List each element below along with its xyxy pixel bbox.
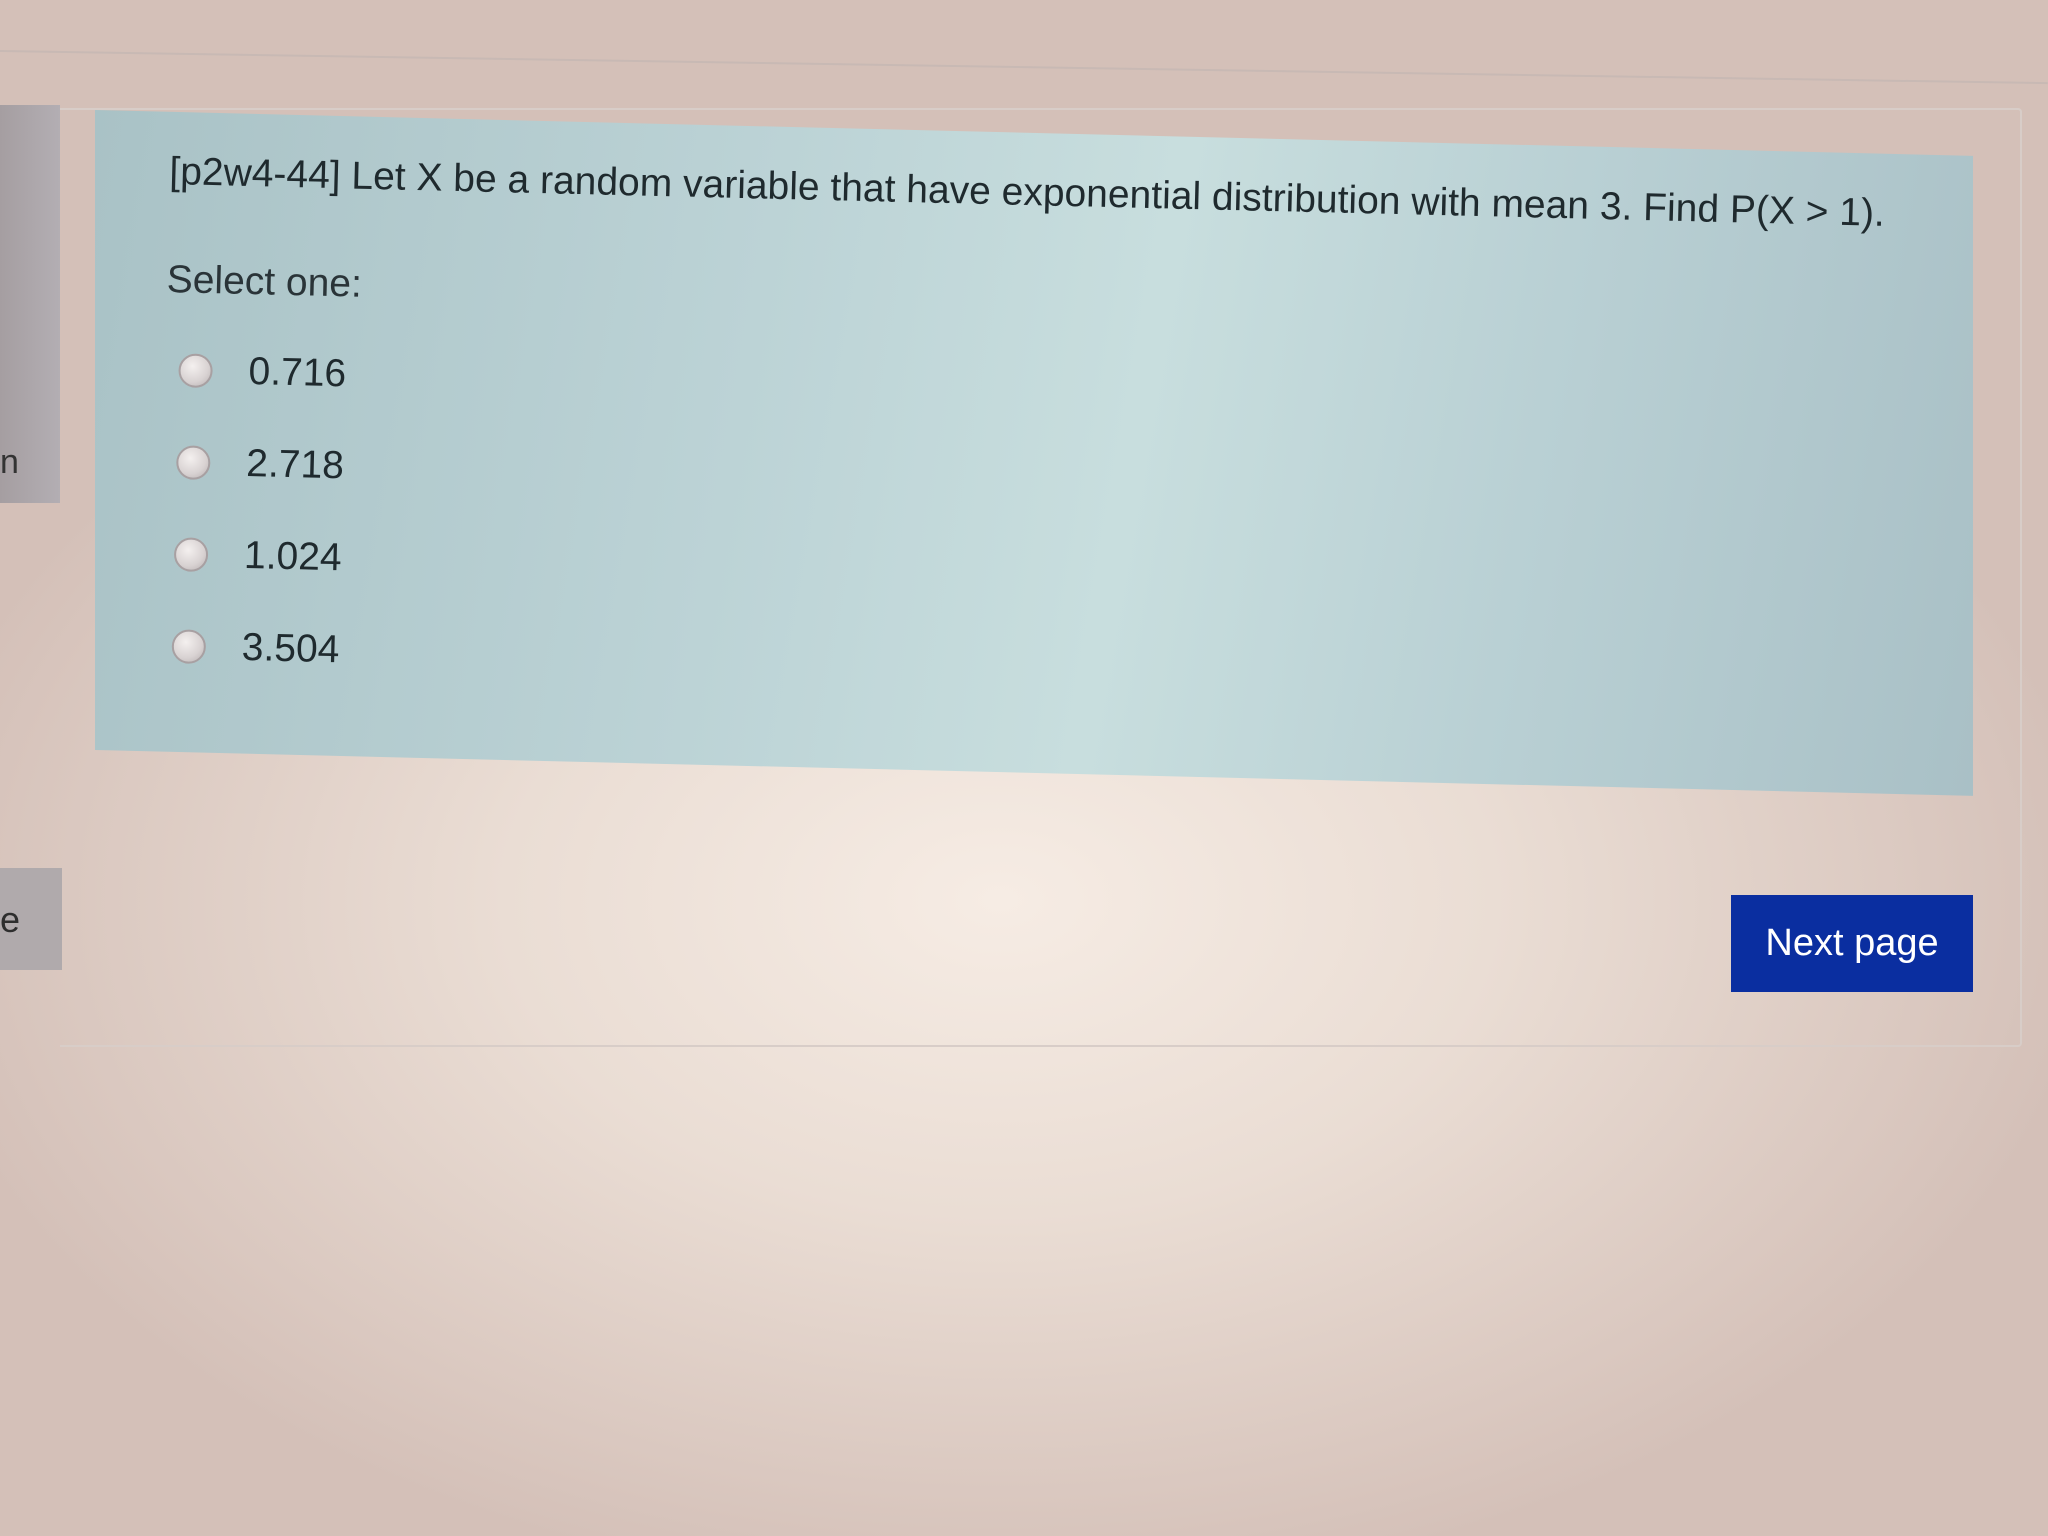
answer-option-label: 2.718 (245, 441, 345, 488)
next-page-button[interactable]: Next page (1731, 895, 1973, 992)
previous-page-button-label: e (0, 899, 21, 940)
answer-option-label: 1.024 (243, 533, 343, 580)
radio-button-icon[interactable] (173, 537, 209, 573)
radio-button-icon[interactable] (175, 445, 211, 481)
answer-option-label: 3.504 (241, 625, 340, 672)
radio-button-icon[interactable] (178, 353, 213, 389)
answer-option-label: 0.716 (248, 349, 347, 396)
side-navigation-tab-label: n (0, 443, 19, 481)
radio-button-icon[interactable] (171, 629, 207, 665)
question-content: [p2w4-44] Let X be a random variable tha… (157, 148, 1886, 734)
page-top-divider (0, 50, 2048, 85)
answer-options: 0.716 2.718 1.024 3.504 (157, 324, 1881, 734)
